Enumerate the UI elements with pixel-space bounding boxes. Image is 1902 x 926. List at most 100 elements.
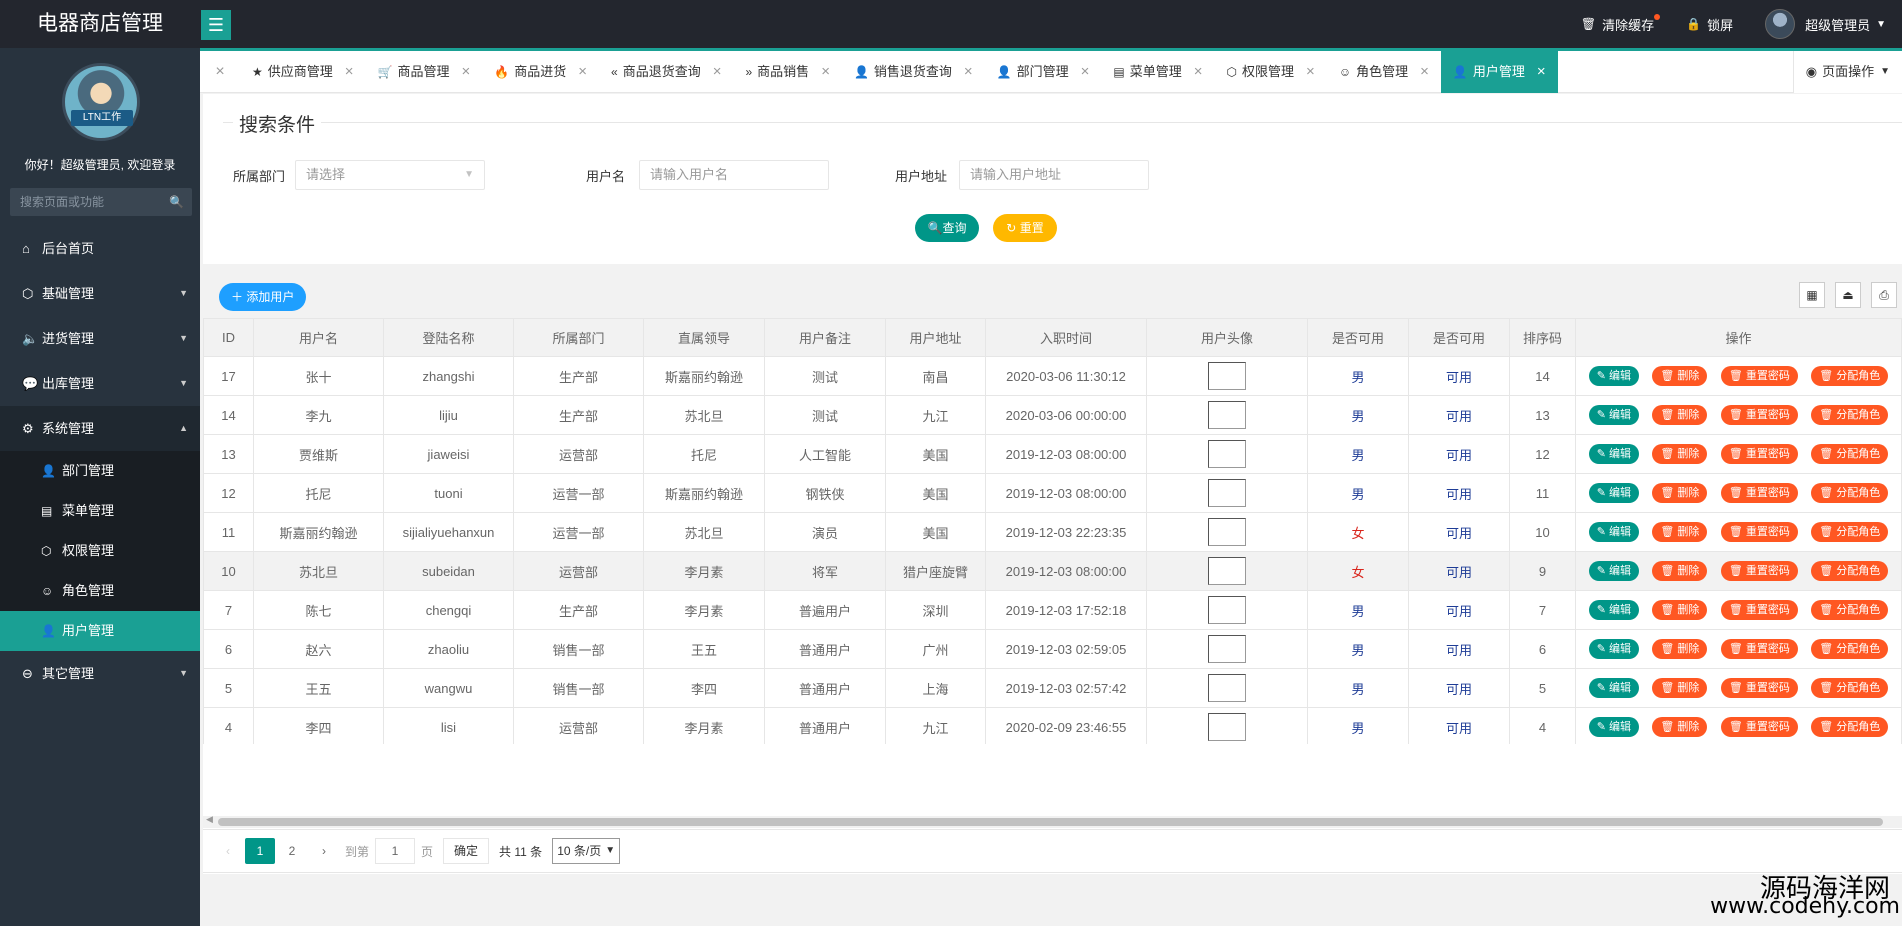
- sidebar-item-permission[interactable]: ⬡ 权限管理: [0, 531, 200, 571]
- reset-password-button[interactable]: 🗑 重置密码: [1720, 366, 1798, 386]
- edit-button[interactable]: ✎ 编辑: [1588, 522, 1639, 542]
- reset-password-button[interactable]: 🗑 重置密码: [1720, 600, 1798, 620]
- sidebar-item-other[interactable]: ⊖ 其它管理 ▼: [0, 651, 200, 696]
- reset-password-button[interactable]: 🗑 重置密码: [1720, 678, 1798, 698]
- tab-close-icon[interactable]: ×: [1081, 51, 1090, 93]
- table-row[interactable]: 17 张十 zhangshi 生产部 斯嘉丽约翰逊 测试 南昌 2020-03-06 11:3…: [203, 356, 1902, 396]
- clear-cache-button[interactable]: 🗑 清除缓存: [1565, 0, 1670, 48]
- close-icon[interactable]: ×: [200, 63, 240, 81]
- assign-role-button[interactable]: 🗑 分配角色: [1811, 600, 1889, 620]
- delete-button[interactable]: 🗑 删除: [1652, 600, 1708, 620]
- tab-close-icon[interactable]: ×: [462, 51, 471, 93]
- edit-button[interactable]: ✎ 编辑: [1588, 405, 1639, 425]
- tab-role[interactable]: ☺ 角色管理 ×: [1327, 51, 1441, 93]
- reset-password-button[interactable]: 🗑 重置密码: [1720, 561, 1798, 581]
- delete-button[interactable]: 🗑 删除: [1652, 639, 1708, 659]
- edit-button[interactable]: ✎ 编辑: [1588, 639, 1639, 659]
- tab-goods-purchase[interactable]: 🔥 商品进货 ×: [482, 51, 599, 93]
- edit-button[interactable]: ✎ 编辑: [1588, 600, 1639, 620]
- page-number-input[interactable]: 1: [375, 838, 416, 864]
- table-row[interactable]: 5 王五 wangwu 销售一部 李四 普通用户 上海 2019-12-03 02:57:42…: [203, 668, 1902, 708]
- table-row[interactable]: 13 贾维斯 jiaweisi 运营部 托尼 人工智能 美国 2019-12-03 08:00…: [203, 434, 1902, 474]
- confirm-page-button[interactable]: 确定: [443, 838, 490, 864]
- reset-button[interactable]: ↻ 重置: [993, 214, 1057, 242]
- assign-role-button[interactable]: 🗑 分配角色: [1811, 717, 1889, 737]
- tab-close-icon[interactable]: ×: [1194, 51, 1203, 93]
- tab-permission[interactable]: ⬡ 权限管理 ×: [1215, 51, 1327, 93]
- delete-button[interactable]: 🗑 删除: [1652, 678, 1708, 698]
- table-row[interactable]: 6 赵六 zhaoliu 销售一部 王五 普通用户 广州 2019-12-03 02:59:0…: [203, 629, 1902, 669]
- assign-role-button[interactable]: 🗑 分配角色: [1811, 405, 1889, 425]
- reset-password-button[interactable]: 🗑 重置密码: [1720, 522, 1798, 542]
- table-row[interactable]: 7 陈七 chengqi 生产部 李月素 普遍用户 深圳 2019-12-03 17:52:1…: [203, 590, 1902, 630]
- scrollbar-thumb[interactable]: [218, 818, 1883, 826]
- delete-button[interactable]: 🗑 删除: [1652, 366, 1708, 386]
- edit-button[interactable]: ✎ 编辑: [1588, 678, 1639, 698]
- username-input[interactable]: 请输入用户名: [639, 160, 829, 190]
- sidebar-item-home[interactable]: ⌂ 后台首页: [0, 226, 200, 271]
- lock-screen-button[interactable]: 🔒 锁屏: [1670, 0, 1749, 48]
- table-row[interactable]: 4 李四 lisi 运营部 李月素 普通用户 九江 2020-02-09 23:46:55 男可…: [203, 707, 1902, 744]
- sidebar-item-outbound[interactable]: 💬 出库管理 ▼: [0, 361, 200, 406]
- delete-button[interactable]: 🗑 删除: [1652, 561, 1708, 581]
- edit-button[interactable]: ✎ 编辑: [1588, 366, 1639, 386]
- edit-button[interactable]: ✎ 编辑: [1588, 717, 1639, 737]
- tab-close-icon[interactable]: ×: [345, 51, 354, 93]
- assign-role-button[interactable]: 🗑 分配角色: [1811, 678, 1889, 698]
- page-operations-button[interactable]: ◉ 页面操作 ▼: [1792, 51, 1902, 93]
- sidebar-item-dept[interactable]: 👤 部门管理: [0, 451, 200, 491]
- table-row[interactable]: 10 苏北旦 subeidan 运营部 李月素 将军 猎户座旋臂 2019-12-03 08:…: [203, 551, 1902, 591]
- tab-sales-return[interactable]: 👤 销售退货查询 ×: [842, 51, 985, 93]
- print-icon[interactable]: ⎙: [1871, 282, 1897, 308]
- table-row[interactable]: 14 李九 lijiu 生产部 苏北旦 测试 九江 2020-03-06 00:00:00 男可…: [203, 395, 1902, 435]
- tab-close-icon[interactable]: ×: [821, 51, 830, 93]
- assign-role-button[interactable]: 🗑 分配角色: [1811, 639, 1889, 659]
- sidebar-item-basic[interactable]: ⬡ 基础管理 ▼: [0, 271, 200, 316]
- horizontal-scrollbar[interactable]: ◀: [203, 814, 1902, 828]
- sidebar-search-input[interactable]: 搜索页面或功能 🔍: [10, 188, 192, 216]
- columns-filter-icon[interactable]: ▦: [1799, 282, 1825, 308]
- tab-close-icon[interactable]: ×: [713, 51, 722, 93]
- tab-dept[interactable]: 👤 部门管理 ×: [985, 51, 1102, 93]
- search-icon[interactable]: 🔍: [169, 188, 184, 216]
- next-page-icon[interactable]: ›: [309, 838, 339, 864]
- edit-button[interactable]: ✎ 编辑: [1588, 561, 1639, 581]
- export-icon[interactable]: ⏏: [1835, 282, 1861, 308]
- edit-button[interactable]: ✎ 编辑: [1588, 444, 1639, 464]
- query-button[interactable]: 🔍查询: [915, 214, 979, 242]
- reset-password-button[interactable]: 🗑 重置密码: [1720, 405, 1798, 425]
- tab-goods-sales[interactable]: » 商品销售 ×: [733, 51, 841, 93]
- assign-role-button[interactable]: 🗑 分配角色: [1811, 561, 1889, 581]
- assign-role-button[interactable]: 🗑 分配角色: [1811, 444, 1889, 464]
- page-1[interactable]: 1: [245, 838, 275, 864]
- tab-goods-return[interactable]: « 商品退货查询 ×: [599, 51, 733, 93]
- sidebar-item-menu[interactable]: ▤ 菜单管理: [0, 491, 200, 531]
- page-size-select[interactable]: 10 条/页 ▼: [552, 838, 621, 864]
- table-row[interactable]: 12 托尼 tuoni 运营一部 斯嘉丽约翰逊 钢铁侠 美国 2019-12-03 08:00…: [203, 473, 1902, 513]
- assign-role-button[interactable]: 🗑 分配角色: [1811, 483, 1889, 503]
- sidebar-item-purchase[interactable]: 🔈 进货管理 ▼: [0, 316, 200, 361]
- table-row[interactable]: 11 斯嘉丽约翰逊 sijialiyuehanxun 运营一部 苏北旦 演员 美国 2019-…: [203, 512, 1902, 552]
- tab-close-icon[interactable]: ×: [964, 51, 973, 93]
- tab-goods[interactable]: 🛒 商品管理 ×: [366, 51, 483, 93]
- tab-close-icon[interactable]: ×: [578, 51, 587, 93]
- edit-button[interactable]: ✎ 编辑: [1588, 483, 1639, 503]
- reset-password-button[interactable]: 🗑 重置密码: [1720, 639, 1798, 659]
- tab-menu[interactable]: ▤ 菜单管理 ×: [1101, 51, 1214, 93]
- tab-user[interactable]: 👤 用户管理 ×: [1440, 50, 1558, 93]
- assign-role-button[interactable]: 🗑 分配角色: [1811, 366, 1889, 386]
- menu-toggle-button[interactable]: ☰: [201, 10, 231, 40]
- reset-password-button[interactable]: 🗑 重置密码: [1720, 444, 1798, 464]
- delete-button[interactable]: 🗑 删除: [1652, 405, 1708, 425]
- delete-button[interactable]: 🗑 删除: [1652, 483, 1708, 503]
- tab-supplier[interactable]: ★ 供应商管理 ×: [240, 51, 366, 93]
- sidebar-item-system[interactable]: ⚙ 系统管理 ▲: [0, 406, 200, 451]
- page-2[interactable]: 2: [277, 838, 307, 864]
- user-menu[interactable]: 超级管理员 ▼: [1749, 0, 1902, 48]
- delete-button[interactable]: 🗑 删除: [1652, 522, 1708, 542]
- add-user-button[interactable]: ＋ 添加用户: [219, 283, 307, 311]
- assign-role-button[interactable]: 🗑 分配角色: [1811, 522, 1889, 542]
- tab-close-icon[interactable]: ×: [1420, 51, 1429, 93]
- delete-button[interactable]: 🗑 删除: [1652, 717, 1708, 737]
- arrow-left-icon[interactable]: ◀: [206, 814, 213, 825]
